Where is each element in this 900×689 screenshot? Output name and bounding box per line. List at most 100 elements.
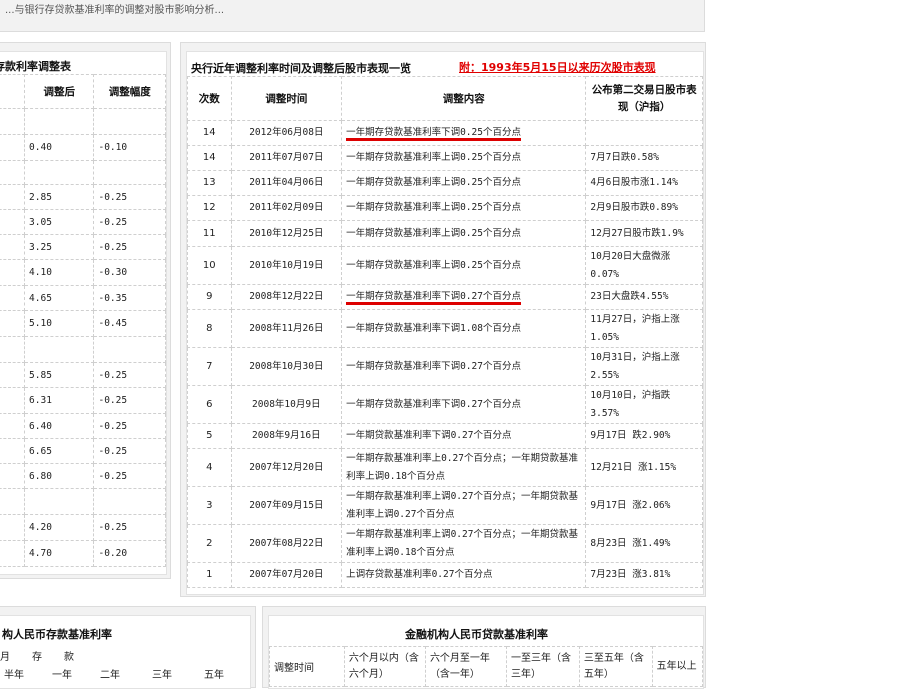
cell-n: 6 <box>187 385 232 424</box>
content-text: 上调存贷款基准利率0.27个百分点 <box>346 569 493 580</box>
content-text: 一年期存贷款基准利率下调0.27个百分点 <box>346 360 521 372</box>
col-half-year: 半年 <box>4 670 24 681</box>
cell-content: 一年期存贷款基准利率下调0.27个百分点 <box>341 347 587 386</box>
table-row: 0.40 -0.10 <box>0 134 166 161</box>
deposit-benchmark-panel: 构人民币存款基准利率 月 存 款 半年 一年 二年 三年 五年 <box>0 606 256 689</box>
cell-market: 10月31日，沪指上涨2.55% <box>585 347 703 386</box>
cell-market: 7月7日跌0.58% <box>585 145 703 171</box>
cell-date: 2008年11月26日 <box>230 309 343 348</box>
cell-after: 4.70 <box>24 540 95 567</box>
table-row: 2 2007年08月22日 一年期存款基准利率上调0.27个百分点；一年期贷款基准利… <box>187 524 703 563</box>
cell-date: 2007年09月15日 <box>230 486 343 525</box>
cell-delta: -0.10 <box>93 134 166 161</box>
cell-n: 10 <box>187 246 232 285</box>
cell-date: 2008年12月22日 <box>230 284 343 310</box>
cell-delta: -0.25 <box>93 438 166 464</box>
header-adjust-time: 调整时间 <box>269 646 345 687</box>
content-text: 一年期贷款基准利率下调0.27个百分点 <box>346 430 512 441</box>
col-one-year: 一年 <box>52 670 72 681</box>
col-deposit-2: 款 <box>64 652 74 663</box>
cell-content: 一年期贷款基准利率下调0.27个百分点 <box>341 423 587 449</box>
loan-benchmark-table: 调整时间 六个月以内（含六个月） 六个月至一年（含一年） 一至三年（含三年） 三… <box>269 646 704 687</box>
cell-date: 2008年10月30日 <box>230 347 343 386</box>
cell-market <box>585 120 703 146</box>
loan-benchmark-panel: 金融机构人民币贷款基准利率 调整时间 六个月以内（含六个月） 六个月至一年（含一… <box>262 606 706 689</box>
deposit-adjust-inner: 存款利率调整表 调整后 调整幅度 0.40 -0.10 2.85 -0.25 3.05-… <box>0 51 167 575</box>
table-row <box>0 336 166 363</box>
deposit-adjust-table: 调整后 调整幅度 0.40 -0.10 2.85 -0.25 3.05 -0.25 3.25… <box>0 74 166 567</box>
cell-content: 一年期存贷款基准利率上调0.25个百分点 <box>341 220 587 247</box>
cell-n: 14 <box>187 120 232 146</box>
cell-date: 2007年08月22日 <box>230 524 343 563</box>
cell-market: 10月10日，沪指跌3.57% <box>585 385 703 424</box>
col-three-year: 三年 <box>152 670 172 681</box>
cell-market: 8月23日 涨1.49% <box>585 524 703 563</box>
content-text: 一年期存贷款基准利率下调0.25个百分点 <box>346 127 521 141</box>
cell-date: 2008年9月16日 <box>230 423 343 449</box>
cell-content: 一年期存贷款基准利率上调0.25个百分点 <box>341 145 587 171</box>
cell-delta: -0.25 <box>93 184 166 210</box>
content-text: 一年期存贷款基准利率上调0.25个百分点 <box>346 202 521 213</box>
table-row: 6.65 -0.25 <box>0 438 166 464</box>
cell-date: 2007年07月20日 <box>230 562 343 588</box>
table-row: 6 2008年10月9日 一年期存贷款基准利率下调0.27个百分点 10月10日，沪指… <box>187 385 703 424</box>
content-text: 一年期存款基准利率上0.27个百分点；一年期贷款基准利率上调0.18个百分点 <box>346 452 578 482</box>
header-1y-3y: 一至三年（含三年） <box>505 646 580 687</box>
table-row: 1 2007年07月20日 上调存贷款基准利率0.27个百分点 7月23日 涨3.81… <box>187 562 703 588</box>
cell-after: 6.65 <box>24 438 95 464</box>
cell-content: 一年期存贷款基准利率下调0.27个百分点 <box>341 385 587 424</box>
cell-content: 一年期存贷款基准利率上调0.25个百分点 <box>341 246 587 285</box>
table-row: 6.80 -0.25 <box>0 463 166 489</box>
header-3y-5y: 三至五年（含五年） <box>578 646 653 687</box>
rate-market-title: 央行近年调整利率时间及调整后股市表现一览 <box>191 62 411 75</box>
cell-date: 2012年06月08日 <box>230 120 343 146</box>
cell-market: 7月23日 涨3.81% <box>585 562 703 588</box>
cell-n: 9 <box>187 284 232 310</box>
table-row: 14 2011年07月07日 一年期存贷款基准利率上调0.25个百分点 7月7日跌0.… <box>187 145 703 171</box>
content-text: 一年期存贷款基准利率下调1.08个百分点 <box>346 322 521 334</box>
cell-date: 2008年10月9日 <box>230 385 343 424</box>
cell-delta: -0.25 <box>93 514 166 541</box>
content-text: 一年期存款基准利率上调0.27个百分点；一年期贷款基准利率上调0.27个百分点 <box>346 490 578 520</box>
table-row <box>0 108 166 135</box>
table-row: 5.10 -0.45 <box>0 310 166 337</box>
cell-n: 3 <box>187 486 232 525</box>
cell-n: 2 <box>187 524 232 563</box>
cell-delta: -0.25 <box>93 209 166 235</box>
table-row: 5.85 -0.25 <box>0 362 166 388</box>
table-row: 4.65 -0.35 <box>0 285 166 311</box>
cell-after <box>24 488 95 515</box>
cell-date: 2011年04月06日 <box>230 170 343 196</box>
table-row <box>0 488 166 515</box>
header-5y-plus: 五年以上 <box>651 646 704 687</box>
table-row: 14 2012年06月08日 一年期存贷款基准利率下调0.25个百分点 <box>187 120 703 146</box>
cell-after <box>24 336 95 363</box>
cell-content: 一年期存贷款基准利率上调0.25个百分点 <box>341 195 587 221</box>
content-text: 一年期存贷款基准利率上调0.25个百分点 <box>346 259 521 271</box>
cell-date: 2010年10月19日 <box>230 246 343 285</box>
cell-delta: -0.25 <box>93 413 166 439</box>
header-after: 调整后 <box>24 74 95 109</box>
header-6m: 六个月以内（含六个月） <box>343 646 426 687</box>
cell-n: 1 <box>187 562 232 588</box>
table-row <box>0 160 166 185</box>
cell-delta: -0.35 <box>93 285 166 311</box>
cell-n: 7 <box>187 347 232 386</box>
cell-content: 一年期存款基准利率上调0.27个百分点；一年期贷款基准利率上调0.27个百分点 <box>341 486 587 525</box>
cell-market: 10月20日大盘微涨0.07% <box>585 246 703 285</box>
history-link[interactable]: 附：1993年5月15日以来历次股市表现 <box>459 59 656 75</box>
cell-after: 4.65 <box>24 285 95 311</box>
cell-n: 5 <box>187 423 232 449</box>
cell-delta: -0.25 <box>93 387 166 414</box>
cell-after: 6.80 <box>24 463 95 489</box>
deposit-benchmark-inner: 构人民币存款基准利率 月 存 款 半年 一年 二年 三年 五年 <box>0 615 251 689</box>
cell-after: 3.05 <box>24 209 95 235</box>
table-row: 3.25 -0.25 <box>0 234 166 260</box>
deposit-adjust-title: 存款利率调整表 <box>0 60 71 73</box>
cell-delta <box>93 336 166 363</box>
table-row: 7 2008年10月30日 一年期存贷款基准利率下调0.27个百分点 10月31日，沪… <box>187 347 703 386</box>
content-text: 一年期存款基准利率上调0.27个百分点；一年期贷款基准利率上调0.18个百分点 <box>346 528 578 558</box>
cell-delta <box>93 488 166 515</box>
cell-date: 2010年12月25日 <box>230 220 343 247</box>
cell-n: 4 <box>187 448 232 487</box>
